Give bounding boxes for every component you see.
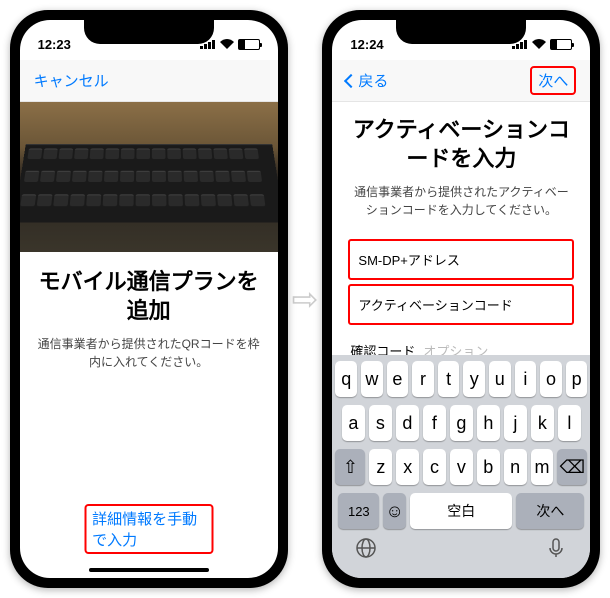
backspace-key[interactable]: ⌫ [557,449,587,485]
ios-keyboard: qwertyuiop asdfghjkl ⇧ zxcvbnm ⌫ 123 ☺ 空… [332,355,590,578]
notch [84,20,214,44]
key-q[interactable]: q [335,361,357,397]
smdp-address-field[interactable]: SM-DP+アドレス [348,239,574,280]
cancel-button[interactable]: キャンセル [34,70,109,91]
keyboard-photo [20,144,278,222]
page-title: モバイル通信プランを追加 [38,268,260,325]
next-button[interactable]: 次へ [530,66,576,95]
wifi-icon [532,39,546,49]
key-c[interactable]: c [423,449,446,485]
key-o[interactable]: o [540,361,562,397]
emoji-key[interactable]: ☺ [383,493,406,529]
key-x[interactable]: x [396,449,419,485]
status-time: 12:23 [38,37,71,52]
status-icons [512,39,572,50]
key-n[interactable]: n [504,449,527,485]
keyboard-row-2: asdfghjkl [335,405,587,441]
status-time: 12:24 [350,37,383,52]
page-subtitle: 通信事業者から提供されたアクティベーションコードを入力してください。 [350,183,572,219]
wifi-icon [220,39,234,49]
globe-icon[interactable] [355,537,377,559]
key-l[interactable]: l [558,405,581,441]
key-f[interactable]: f [423,405,446,441]
status-icons [200,39,260,50]
keyboard-row-1: qwertyuiop [335,361,587,397]
key-k[interactable]: k [531,405,554,441]
key-y[interactable]: y [463,361,485,397]
arrow-icon: ⇨ [292,280,319,318]
keyboard-row-3: ⇧ zxcvbnm ⌫ [335,449,587,485]
space-key[interactable]: 空白 [410,493,512,529]
key-s[interactable]: s [369,405,392,441]
camera-preview [20,102,278,252]
content-area: アクティベーションコードを入力 通信事業者から提供されたアクティベーションコード… [332,102,590,387]
manual-entry-button[interactable]: 詳細情報を手動で入力 [84,504,213,554]
screen-left: 12:23 キャンセル モバイル通信プランを追加 通信事業者から提供されたQRコ… [20,20,278,578]
key-d[interactable]: d [396,405,419,441]
key-u[interactable]: u [489,361,511,397]
chevron-left-icon [344,73,358,87]
key-i[interactable]: i [515,361,537,397]
phone-left: 12:23 キャンセル モバイル通信プランを追加 通信事業者から提供されたQRコ… [10,10,288,588]
key-p[interactable]: p [566,361,588,397]
page-subtitle: 通信事業者から提供されたQRコードを枠内に入れてください。 [38,335,260,371]
activation-code-field[interactable]: アクティベーションコード [348,284,574,325]
battery-icon [238,39,260,50]
key-w[interactable]: w [361,361,383,397]
manual-entry-container: 詳細情報を手動で入力 [84,504,213,554]
key-a[interactable]: a [342,405,365,441]
keyboard-row-4: 123 ☺ 空白 次へ [335,493,587,529]
battery-icon [550,39,572,50]
key-z[interactable]: z [369,449,392,485]
back-button[interactable]: 戻る [346,70,388,91]
numbers-key[interactable]: 123 [338,493,379,529]
key-j[interactable]: j [504,405,527,441]
form-fields: SM-DP+アドレス アクティベーションコード 確認コードオプション [350,239,572,373]
notch [396,20,526,44]
keyboard-next-key[interactable]: 次へ [516,493,584,529]
keyboard-footer [335,529,587,575]
shift-key[interactable]: ⇧ [335,449,365,485]
key-h[interactable]: h [477,405,500,441]
screen-right: 12:24 戻る 次へ アクティベーションコードを入力 通信事業者から提供された… [332,20,590,578]
phone-right: 12:24 戻る 次へ アクティベーションコードを入力 通信事業者から提供された… [322,10,600,588]
page-title: アクティベーションコードを入力 [350,116,572,173]
nav-bar: 戻る 次へ [332,60,590,102]
home-indicator[interactable] [89,568,209,572]
key-g[interactable]: g [450,405,473,441]
mic-icon[interactable] [545,537,567,559]
key-m[interactable]: m [531,449,554,485]
key-r[interactable]: r [412,361,434,397]
key-b[interactable]: b [477,449,500,485]
key-t[interactable]: t [438,361,460,397]
key-e[interactable]: e [387,361,409,397]
key-v[interactable]: v [450,449,473,485]
nav-bar: キャンセル [20,60,278,102]
